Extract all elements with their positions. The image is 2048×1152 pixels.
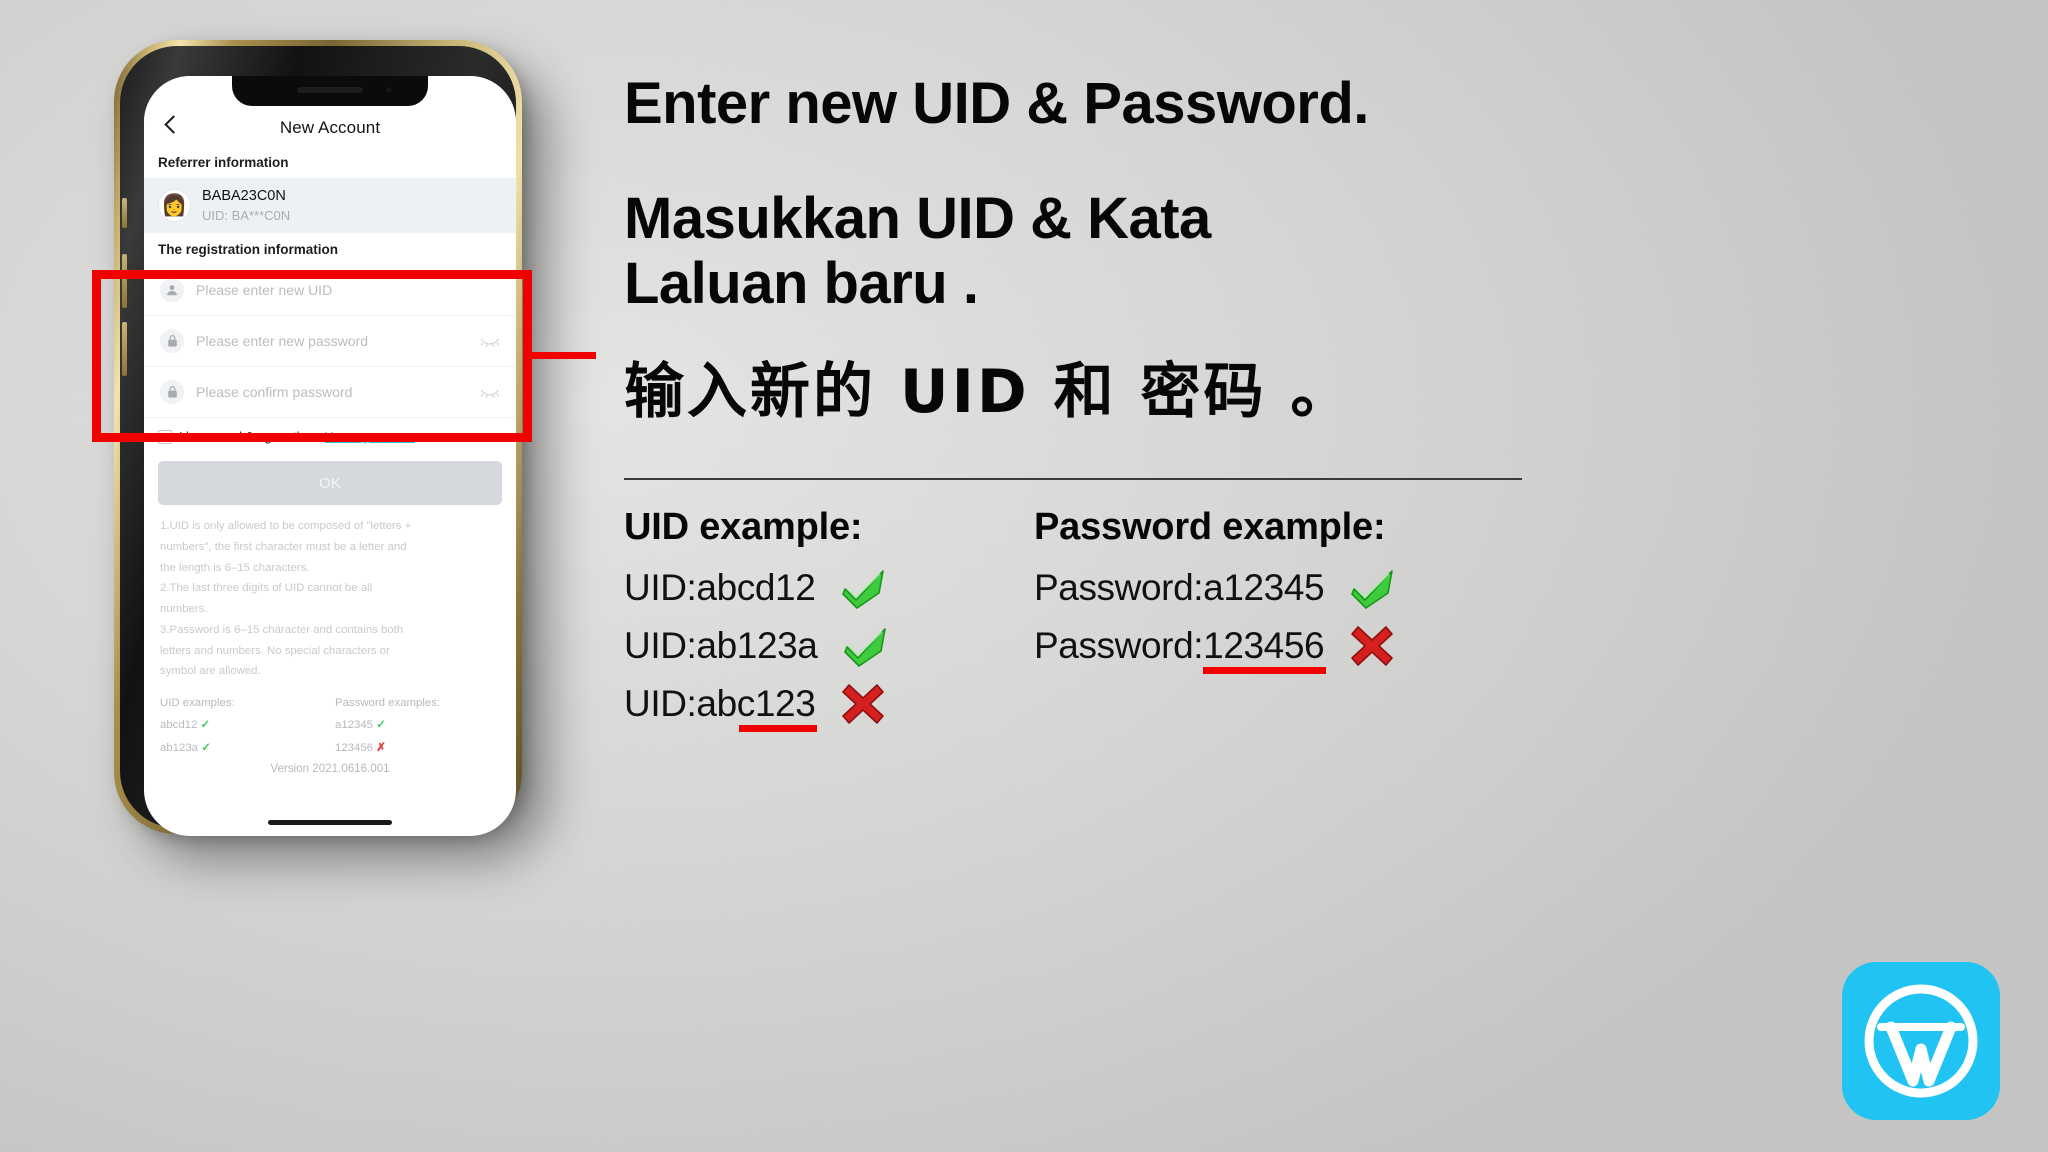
referrer-uid: UID: BA***C0N <box>202 207 291 223</box>
phone-example-row: 123456 ✗ <box>335 737 500 759</box>
uid-example-value: abcd12 <box>696 567 816 609</box>
phone-example-value: 123456 <box>335 741 374 754</box>
password-example-value: a12345 <box>1203 567 1325 609</box>
phone-mute-switch <box>122 198 127 228</box>
phone-uid-examples-header: UID examples: <box>160 697 235 710</box>
password-example-label: Password: <box>1034 567 1204 609</box>
cross-icon <box>841 683 885 725</box>
check-icon: ✓ <box>376 719 386 732</box>
earpiece-speaker-icon <box>297 87 363 93</box>
rule-line: 1.UID is only allowed to be composed of … <box>160 520 412 533</box>
page-title: New Account <box>279 118 381 137</box>
phone-example-value: abcd12 <box>160 719 198 732</box>
uid-example-value: abc123 <box>696 683 818 733</box>
rule-line: numbers", the first character must be a … <box>160 540 407 553</box>
phone-password-examples-column: Password examples: a12345 ✓ 123456 ✗ <box>325 692 500 759</box>
password-example-value: 123456 <box>1203 625 1327 675</box>
phone-example-value: a12345 <box>335 719 374 732</box>
red-highlight-box <box>92 270 532 442</box>
heading-english: Enter new UID & Password. <box>624 71 1369 136</box>
heading-malay-line2: Laluan baru . <box>624 250 979 316</box>
check-icon: ✓ <box>200 719 211 732</box>
rule-line: letters and numbers. No special characte… <box>160 644 390 657</box>
phone-example-row: a12345 ✓ <box>335 714 500 736</box>
uid-example-label: UID: <box>624 567 697 609</box>
submit-button[interactable]: OK <box>158 461 502 506</box>
front-camera-icon <box>384 85 394 95</box>
rule-line: 3.Password is 6–15 character and contain… <box>160 623 404 636</box>
rule-line: numbers. <box>160 603 208 616</box>
check-icon <box>1350 567 1396 609</box>
instruction-panel: Enter new UID & Password. Masukkan UID &… <box>624 64 1964 1104</box>
phone-example-row: ab123a ✓ <box>160 737 325 759</box>
check-icon <box>841 567 887 609</box>
phone-example-value: ab123a <box>160 741 199 754</box>
examples-section: UID example: UID: abcd12 UID: ab123a UID… <box>624 506 1964 733</box>
password-example-row: Password: a12345 <box>1034 559 1634 617</box>
check-icon: ✓ <box>201 741 211 754</box>
w-circle-logo-icon <box>1842 962 2000 1120</box>
uid-example-label: UID: <box>624 683 697 725</box>
check-icon <box>843 625 889 667</box>
referrer-name: BABA23C0N <box>202 188 286 204</box>
rule-line: symbol are allowed. <box>160 665 261 678</box>
heading-chinese: 输入新的 UID 和 密码 。 <box>624 356 1354 427</box>
phone-notch <box>232 76 428 106</box>
red-pointer-line <box>532 352 596 359</box>
phone-uid-examples-column: UID examples: abcd12 ✓ ab123a ✓ <box>160 692 325 759</box>
phone-example-row: abcd12 ✓ <box>160 714 325 736</box>
avatar-icon: 👩 <box>158 189 191 223</box>
uid-examples-block: UID example: UID: abcd12 UID: ab123a UID… <box>624 506 1034 733</box>
uid-example-row: UID: ab123a <box>624 617 1034 675</box>
heading-malay-line1: Masukkan UID & Kata <box>624 185 1211 251</box>
home-indicator <box>268 820 392 825</box>
phone-examples: UID examples: abcd12 ✓ ab123a ✓ Password… <box>144 686 516 759</box>
uid-example-row: UID: abcd12 <box>624 559 1034 617</box>
rules-text: 1.UID is only allowed to be composed of … <box>144 505 516 686</box>
version-label: Version 2021.0616.001 <box>270 761 390 775</box>
password-examples-block: Password example: Password: a12345 Passw… <box>1034 506 1634 733</box>
password-examples-header: Password example: <box>1034 506 1386 549</box>
rule-line: 2.The last three digits of UID cannot be… <box>160 582 373 595</box>
cross-icon: ✗ <box>376 741 386 754</box>
uid-examples-header: UID example: <box>624 506 863 549</box>
uid-example-row: UID: abc123 <box>624 675 1034 733</box>
referrer-card[interactable]: 👩 BABA23C0N UID: BA***C0N <box>144 178 516 234</box>
uid-example-label: UID: <box>624 625 697 667</box>
referrer-section-label: Referrer information <box>144 146 516 178</box>
cross-icon <box>1350 625 1394 667</box>
phone-password-examples-header: Password examples: <box>335 697 441 710</box>
rule-line: the length is 6–15 characters. <box>160 561 310 574</box>
uid-example-value: ab123a <box>696 625 818 667</box>
registration-section-label: The registration information <box>144 233 516 266</box>
phone-screen: New Account Referrer information 👩 BABA2… <box>144 76 516 836</box>
section-divider <box>624 478 1522 481</box>
password-example-row: Password: 123456 <box>1034 617 1634 675</box>
password-example-label: Password: <box>1034 625 1204 667</box>
